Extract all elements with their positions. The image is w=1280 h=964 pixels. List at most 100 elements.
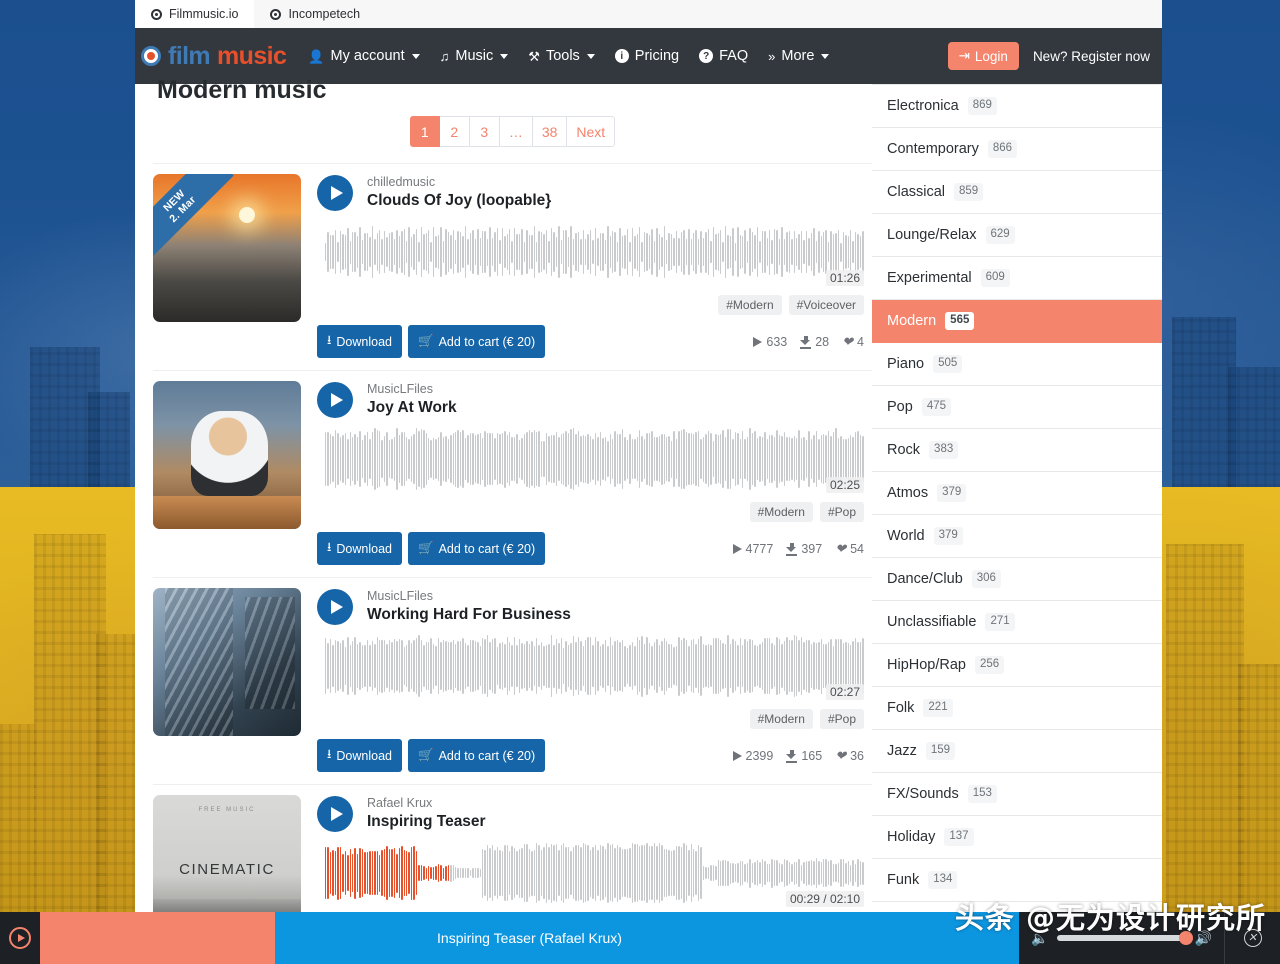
- waveform-bars: [325, 428, 864, 491]
- sidebar-item-world[interactable]: World 379: [872, 515, 1162, 558]
- sidebar-item-rock[interactable]: Rock 383: [872, 429, 1162, 472]
- logo-text-film: film: [168, 41, 211, 70]
- sidebar-item-jazz[interactable]: Jazz 159: [872, 730, 1162, 773]
- play-button[interactable]: [317, 795, 353, 832]
- sidebar-item-pop[interactable]: Pop 475: [872, 386, 1162, 429]
- sidebar-item-experimental[interactable]: Experimental 609: [872, 257, 1162, 300]
- track-title[interactable]: Clouds Of Joy (loopable}: [367, 191, 551, 211]
- heart-icon: ❤: [842, 334, 854, 350]
- track-title[interactable]: Joy At Work: [367, 398, 457, 418]
- track-duration: 02:25: [825, 477, 864, 494]
- record-circle-icon: [151, 8, 162, 20]
- chevron-down-icon: [500, 53, 509, 59]
- backdrop-building: [88, 392, 130, 487]
- track-artwork[interactable]: [153, 588, 301, 737]
- track-artist[interactable]: Rafael Krux: [367, 795, 486, 812]
- nav-item-pricing[interactable]: i Pricing: [614, 48, 679, 64]
- sidebar-item-lounge-relax[interactable]: Lounge/Relax 629: [872, 214, 1162, 257]
- sidebar-item-fx-sounds[interactable]: FX/Sounds 153: [872, 773, 1162, 816]
- login-button[interactable]: ⇥ Login: [947, 42, 1019, 70]
- sidebar-item-modern[interactable]: Modern 565: [872, 300, 1162, 343]
- chevron-down-icon: [821, 53, 830, 59]
- cart-icon: 🛒: [417, 334, 434, 349]
- pagination-next[interactable]: Next: [567, 116, 616, 147]
- sidebar-item-dance-club[interactable]: Dance/Club 306: [872, 558, 1162, 601]
- pagination-page-2[interactable]: 2: [439, 116, 470, 147]
- nav-item-more[interactable]: » More: [768, 48, 830, 64]
- sidebar-item-label: Experimental: [887, 270, 972, 286]
- browser-tab-incompetech[interactable]: Incompetech: [254, 0, 376, 28]
- track-duration: 00:29 / 02:10: [785, 891, 864, 908]
- sidebar-item-count: 271: [985, 613, 1015, 631]
- pagination-page-1[interactable]: 1: [409, 116, 440, 147]
- waveform[interactable]: 00:29 / 02:10: [325, 842, 864, 908]
- play-button[interactable]: [317, 381, 353, 418]
- download-button[interactable]: ⭳ Download: [317, 532, 402, 566]
- track-artist[interactable]: chilledmusic: [367, 174, 551, 191]
- nav-item-music[interactable]: ♫ Music: [440, 48, 509, 64]
- heart-icon: ❤: [835, 541, 847, 557]
- track-title[interactable]: Working Hard For Business: [367, 605, 571, 625]
- track-title[interactable]: Inspiring Teaser: [367, 812, 486, 832]
- waveform[interactable]: 02:27: [325, 635, 864, 701]
- track-artist[interactable]: MusicLFiles: [367, 381, 457, 398]
- play-button[interactable]: [317, 174, 353, 211]
- nav-item-faq[interactable]: ? FAQ: [699, 48, 748, 64]
- logo-text-music: music: [217, 41, 287, 70]
- download-count: 397: [786, 542, 822, 556]
- player-play-button[interactable]: [0, 912, 40, 964]
- track-stats: 633 28 ❤ 4: [753, 335, 864, 349]
- waveform[interactable]: 02:25: [325, 428, 864, 494]
- category-sidebar: Electronica 869 Contemporary 866 Classical 85…: [872, 84, 1162, 964]
- track-row: MusicLFiles Joy At Work 02:25 #Modern #P…: [153, 370, 872, 577]
- pagination-page-38[interactable]: 38: [532, 116, 568, 147]
- sidebar-item-unclassifiable[interactable]: Unclassifiable 271: [872, 601, 1162, 644]
- login-button-label: Login: [974, 48, 1008, 64]
- track-tag[interactable]: #Modern: [749, 502, 813, 523]
- track-tag[interactable]: #Modern: [718, 295, 782, 316]
- download-button-label: Download: [336, 541, 392, 556]
- browser-tab-filmmusic[interactable]: Filmmusic.io: [135, 0, 255, 28]
- nav-item-my-account[interactable]: 👤 My account: [308, 48, 420, 64]
- user-icon: 👤: [308, 48, 325, 64]
- pagination-page-3[interactable]: 3: [469, 116, 500, 147]
- sidebar-item-classical[interactable]: Classical 859: [872, 171, 1162, 214]
- add-to-cart-button[interactable]: 🛒 Add to cart (€ 20): [407, 532, 546, 566]
- sidebar-item-folk[interactable]: Folk 221: [872, 687, 1162, 730]
- sidebar-item-atmos[interactable]: Atmos 379: [872, 472, 1162, 515]
- player-seek-bar[interactable]: Inspiring Teaser (Rafael Krux): [40, 912, 1019, 964]
- site-logo[interactable]: film music: [135, 42, 308, 71]
- add-to-cart-button[interactable]: 🛒 Add to cart (€ 20): [407, 739, 546, 773]
- track-tag[interactable]: #Modern: [749, 709, 813, 730]
- play-button[interactable]: [317, 588, 353, 625]
- sidebar-item-electronica[interactable]: Electronica 869: [872, 85, 1162, 128]
- track-tag[interactable]: #Pop: [819, 709, 864, 730]
- download-icon: ⭳: [327, 747, 332, 762]
- nav-item-tools[interactable]: ⚒ Tools: [528, 48, 595, 64]
- track-actions: ⭳ Download 🛒 Add to cart (€ 20) 2399 165: [317, 739, 864, 773]
- track-tag[interactable]: #Voiceover: [788, 295, 864, 316]
- add-to-cart-button[interactable]: 🛒 Add to cart (€ 20): [407, 325, 546, 359]
- sidebar-item-count: 565: [945, 312, 975, 330]
- backdrop-building: [1228, 367, 1280, 487]
- nav-item-label: Tools: [545, 48, 580, 64]
- sidebar-item-piano[interactable]: Piano 505: [872, 343, 1162, 386]
- play-count: 2399: [732, 749, 773, 763]
- target-dot-icon: [141, 46, 161, 66]
- track-artwork[interactable]: NEW 2. Mar: [153, 174, 301, 322]
- waveform[interactable]: 01:26: [325, 221, 864, 287]
- sidebar-item-count: 256: [975, 656, 1005, 674]
- register-link[interactable]: New? Register now: [1033, 49, 1150, 64]
- sidebar-item-hiphop-rap[interactable]: HipHop/Rap 256: [872, 644, 1162, 687]
- track-artwork[interactable]: [153, 381, 301, 530]
- player-now-playing: Inspiring Teaser (Rafael Krux): [437, 930, 622, 946]
- track-tag[interactable]: #Pop: [819, 502, 864, 523]
- download-button[interactable]: ⭳ Download: [317, 739, 402, 773]
- sidebar-item-label: Folk: [887, 700, 915, 716]
- track-artist[interactable]: MusicLFiles: [367, 588, 571, 605]
- sidebar-item-contemporary[interactable]: Contemporary 866: [872, 128, 1162, 171]
- page-viewport: film music 👤 My account ♫ Music ⚒ Tools i…: [135, 28, 1162, 964]
- download-button[interactable]: ⭳ Download: [317, 325, 402, 359]
- sidebar-item-holiday[interactable]: Holiday 137: [872, 816, 1162, 859]
- sidebar-item-label: Piano: [887, 356, 925, 372]
